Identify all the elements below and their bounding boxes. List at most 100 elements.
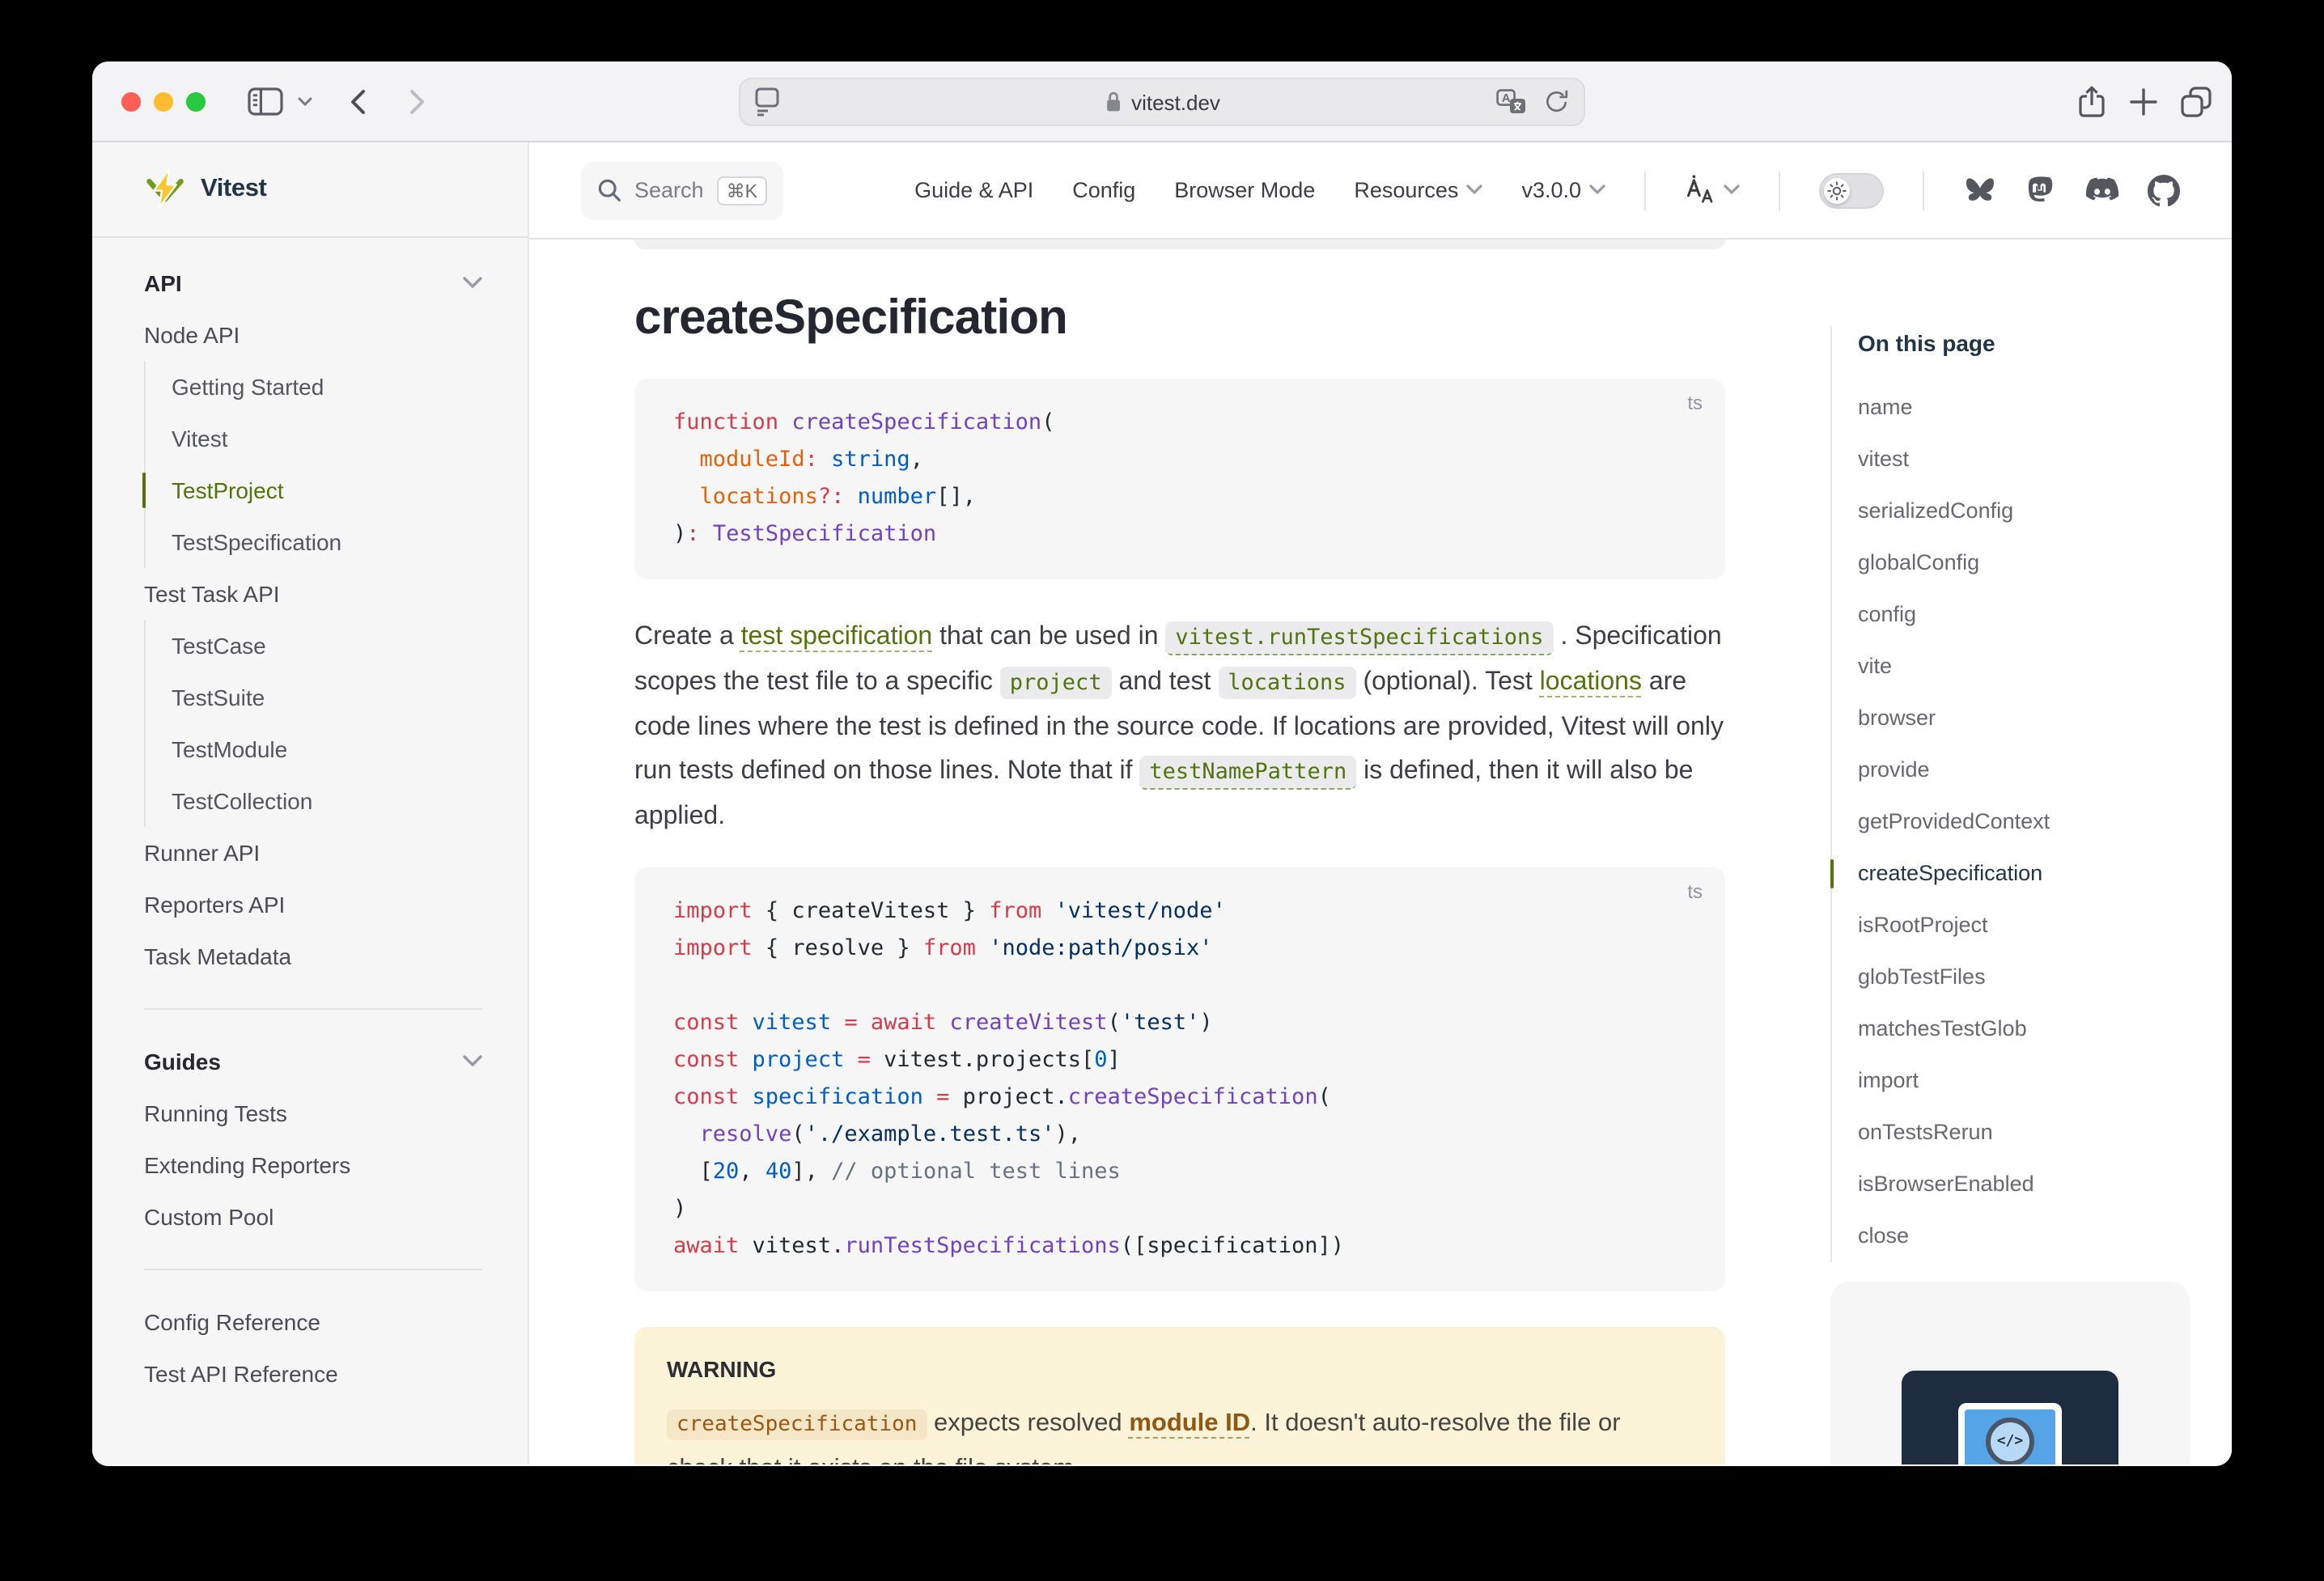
sidebar-item-node-api[interactable]: Node API	[144, 309, 482, 361]
toc-item-globtestfiles[interactable]: globTestFiles	[1858, 952, 2191, 1003]
inline-code: createSpecification	[667, 1409, 927, 1440]
mastodon-icon[interactable]	[2025, 174, 2057, 206]
code-line: moduleId: string,	[673, 442, 1686, 479]
sidebar-chevron-icon[interactable]	[298, 96, 312, 106]
toc-item-provide[interactable]: provide	[1858, 744, 2191, 796]
sidebar-item-running-tests[interactable]: Running Tests	[144, 1087, 482, 1139]
chevron-down-icon	[463, 277, 482, 290]
sidebar-item-test-task-api[interactable]: Test Task API	[144, 568, 482, 620]
sidebar-item-extending-reporters[interactable]: Extending Reporters	[144, 1139, 482, 1191]
sidebar-toggle-icon[interactable]	[248, 86, 283, 117]
toc-item-isrootproject[interactable]: isRootProject	[1858, 900, 2191, 952]
reload-icon[interactable]	[1543, 89, 1569, 115]
code-line	[673, 968, 1686, 1005]
reader-icon[interactable]	[755, 87, 779, 117]
language-menu[interactable]	[1685, 175, 1740, 206]
doc-link[interactable]: module ID	[1129, 1409, 1250, 1437]
nav-config[interactable]: Config	[1072, 178, 1135, 202]
sidebar-item-config-reference[interactable]: Config Reference	[144, 1296, 482, 1348]
divider	[1779, 171, 1780, 210]
close-window-button[interactable]	[121, 92, 141, 112]
sidebar-item-getting-started[interactable]: Getting Started	[146, 361, 482, 413]
sidebar-item-vitest[interactable]: Vitest	[146, 413, 482, 464]
ad-card[interactable]: </>	[1830, 1282, 2190, 1464]
nav-guide-api[interactable]: Guide & API	[914, 178, 1033, 202]
code-line: ): TestSpecification	[673, 516, 1686, 553]
sidebar-section-title[interactable]: API	[144, 257, 482, 309]
toc-item-isbrowserenabled[interactable]: isBrowserEnabled	[1858, 1159, 2191, 1210]
doc-content: createSpecification ts function createSp…	[634, 239, 1725, 1464]
toc-item-getprovidedcontext[interactable]: getProvidedContext	[1858, 796, 2191, 848]
doc-link[interactable]: test specification	[741, 623, 933, 651]
sidebar-item-reporters-api[interactable]: Reporters API	[144, 879, 482, 930]
toc-item-globalconfig[interactable]: globalConfig	[1858, 537, 2191, 589]
social-links	[1963, 174, 2180, 206]
minimize-window-button[interactable]	[154, 92, 173, 112]
code-line: await vitest.runTestSpecifications([spec…	[673, 1228, 1686, 1265]
translate-icon[interactable]: A	[1496, 89, 1527, 115]
toc-item-serializedconfig[interactable]: serializedConfig	[1858, 485, 2191, 537]
translate-icon	[1685, 175, 1715, 206]
search-button[interactable]: Search ⌘K	[581, 161, 783, 219]
description-paragraph: Create a test specification that can be …	[634, 615, 1725, 838]
code-line: function createSpecification(	[673, 405, 1686, 442]
code-line: )	[673, 1191, 1686, 1228]
sidebar-item-testspecification[interactable]: TestSpecification	[146, 516, 482, 568]
toc-item-createspecification[interactable]: createSpecification	[1858, 848, 2191, 900]
toc-item-import[interactable]: import	[1858, 1055, 2191, 1107]
nav-browser-mode[interactable]: Browser Mode	[1174, 178, 1315, 202]
divider	[1923, 171, 1924, 210]
warning-title: WARNING	[667, 1356, 1693, 1382]
sidebar-item-task-metadata[interactable]: Task Metadata	[144, 930, 482, 982]
inline-code-link[interactable]: vitest.runTestSpecifications	[1165, 621, 1553, 655]
sidebar-item-testmodule[interactable]: TestModule	[146, 723, 482, 775]
discord-icon[interactable]	[2084, 176, 2120, 204]
nav-resources-dropdown[interactable]: Resources	[1354, 178, 1482, 202]
browser-toolbar: vitest.dev A	[92, 61, 2232, 142]
sidebar-item-runner-api[interactable]: Runner API	[144, 827, 482, 879]
toc-item-close[interactable]: close	[1858, 1210, 2191, 1262]
back-button[interactable]	[348, 88, 366, 114]
toc-item-ontestsrerun[interactable]: onTestsRerun	[1858, 1107, 2191, 1159]
warning-callout: WARNING createSpecification expects reso…	[634, 1327, 1725, 1464]
sidebar-nav: APINode APIGetting StartedVitestTestProj…	[92, 238, 528, 1400]
sidebar-item-testproject[interactable]: TestProject	[146, 464, 482, 516]
sidebar-subgroup: TestCaseTestSuiteTestModuleTestCollectio…	[144, 620, 482, 827]
sidebar-item-custom-pool[interactable]: Custom Pool	[144, 1191, 482, 1243]
code-line: const vitest = await createVitest('test'…	[673, 1005, 1686, 1042]
theme-toggle[interactable]	[1819, 172, 1884, 208]
divider	[144, 1008, 482, 1010]
toc-item-name[interactable]: name	[1858, 382, 2191, 434]
search-shortcut-kbd: ⌘K	[717, 176, 767, 205]
forward-button[interactable]	[409, 88, 427, 114]
sidebar-item-testcollection[interactable]: TestCollection	[146, 775, 482, 827]
code-language-badge: ts	[1687, 880, 1703, 903]
previous-block-remnant	[634, 239, 1725, 249]
bluesky-icon[interactable]	[1963, 175, 1997, 206]
toc-item-vitest[interactable]: vitest	[1858, 434, 2191, 485]
toc-item-matchestestglob[interactable]: matchesTestGlob	[1858, 1003, 2191, 1055]
brand[interactable]: Vitest	[92, 142, 528, 238]
code-magnifier-icon: </>	[1986, 1418, 2034, 1464]
sidebar-item-testcase[interactable]: TestCase	[146, 620, 482, 672]
sidebar-item-test-api-reference[interactable]: Test API Reference	[144, 1348, 482, 1400]
sidebar-section-title[interactable]: Guides	[144, 1036, 482, 1087]
nav-version-dropdown[interactable]: v3.0.0	[1521, 178, 1605, 202]
tab-overview-icon[interactable]	[2180, 85, 2212, 117]
lock-icon	[1104, 91, 1122, 113]
zoom-window-button[interactable]	[186, 92, 206, 112]
share-icon[interactable]	[2078, 85, 2106, 117]
inline-code-link[interactable]: testNamePattern	[1139, 756, 1356, 790]
warning-body: createSpecification expects resolved mod…	[667, 1401, 1693, 1464]
toc-item-vite[interactable]: vite	[1858, 641, 2191, 693]
sidebar-item-testsuite[interactable]: TestSuite	[146, 672, 482, 723]
toc-item-browser[interactable]: browser	[1858, 693, 2191, 744]
doc-link[interactable]: locations	[1540, 668, 1642, 696]
toc-item-config[interactable]: config	[1858, 589, 2191, 641]
address-bar[interactable]: vitest.dev A	[739, 78, 1585, 126]
github-icon[interactable]	[2148, 174, 2180, 206]
new-tab-icon[interactable]	[2130, 87, 2157, 115]
code-language-badge: ts	[1687, 392, 1703, 414]
browser-window: vitest.dev A	[92, 61, 2232, 1466]
top-nav: Guide & API Config Browser Mode Resource…	[914, 171, 2180, 210]
